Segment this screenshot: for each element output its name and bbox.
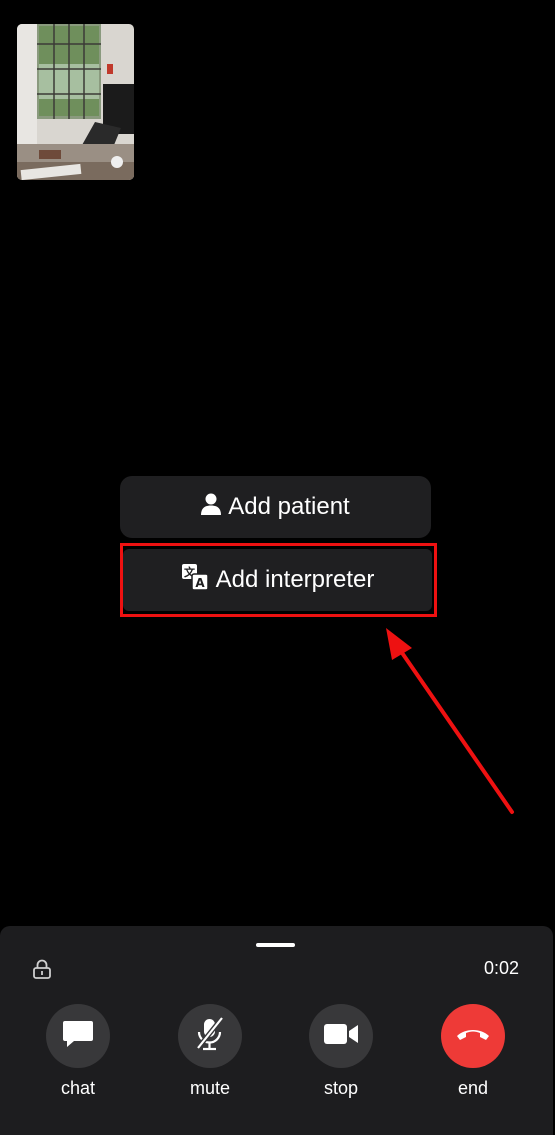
- stop-label: stop: [323, 1078, 359, 1098]
- svg-text:A: A: [195, 576, 205, 590]
- chat-button[interactable]: chat: [45, 1004, 111, 1099]
- video-camera-icon: [323, 1022, 359, 1051]
- mute-button-circle[interactable]: [178, 1004, 242, 1068]
- add-patient-button[interactable]: Add patient: [120, 476, 431, 538]
- stop-video-button-circle[interactable]: [309, 1004, 373, 1068]
- chat-label: chat: [60, 1078, 96, 1098]
- end-call-button[interactable]: end: [440, 1004, 506, 1099]
- drag-handle[interactable]: [256, 943, 295, 947]
- mute-label: mute: [189, 1078, 231, 1098]
- microphone-off-icon: [193, 1015, 227, 1057]
- add-patient-label: Add patient: [228, 493, 350, 520]
- call-timer: 0:02: [483, 958, 519, 978]
- chat-button-circle[interactable]: [46, 1004, 110, 1068]
- end-call-button-circle[interactable]: [441, 1004, 505, 1068]
- person-icon: [201, 493, 222, 522]
- lock-icon: [33, 959, 51, 979]
- translate-icon: 文 A: [181, 563, 209, 598]
- self-view-video[interactable]: [17, 24, 134, 180]
- phone-hangup-icon: [455, 1026, 491, 1047]
- self-view-image: [17, 24, 134, 180]
- stop-video-button[interactable]: stop: [308, 1004, 374, 1099]
- add-interpreter-label: Add interpreter: [215, 566, 375, 593]
- mute-button[interactable]: mute: [177, 1004, 243, 1099]
- call-control-panel: 0:02 chat mute stop end: [0, 926, 553, 1135]
- end-label: end: [457, 1078, 489, 1098]
- chat-bubble-icon: [62, 1019, 94, 1054]
- add-interpreter-button[interactable]: 文 A Add interpreter: [123, 549, 432, 611]
